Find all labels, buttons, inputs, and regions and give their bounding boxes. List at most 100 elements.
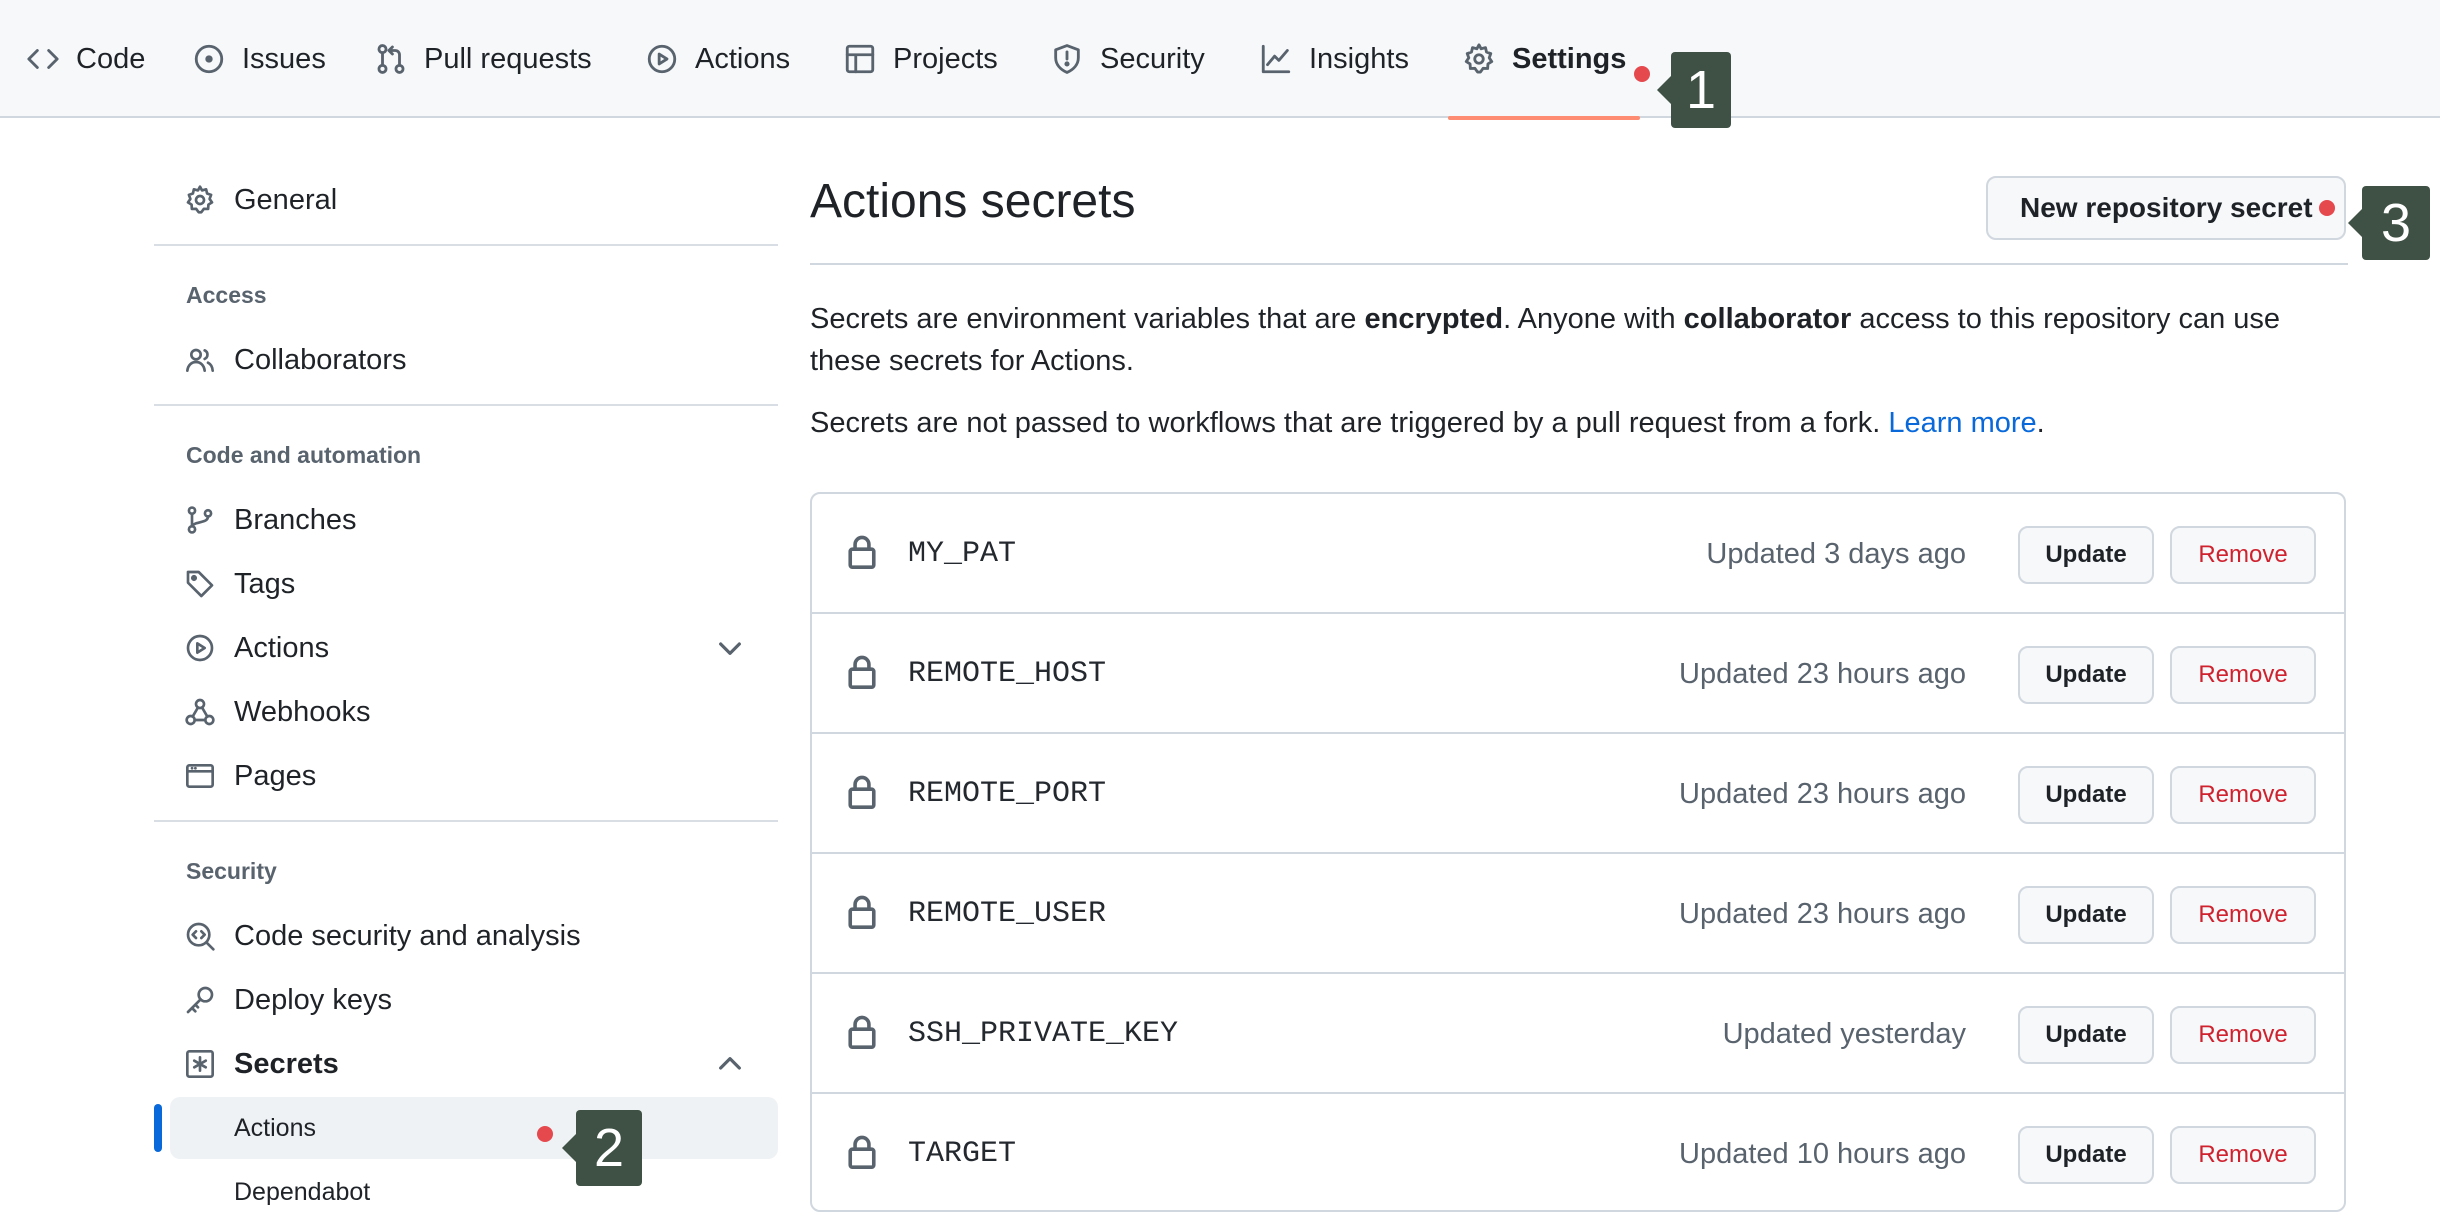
remove-button[interactable]: Remove <box>2170 766 2316 824</box>
sidebar-item-label: Actions <box>234 631 330 664</box>
sidebar-item-actions[interactable]: Actions <box>184 620 329 676</box>
callout-badge-1: 1 <box>1657 52 1731 128</box>
remove-button[interactable]: Remove <box>2170 646 2316 704</box>
sidebar-item-pages[interactable]: Pages <box>184 748 316 804</box>
sidebar-item-label: Tags <box>234 567 296 600</box>
tab-label: Settings <box>1512 42 1627 75</box>
sidebar-item-label: Pages <box>234 759 317 792</box>
secret-row: REMOTE_HOST Updated 23 hours ago Update … <box>812 612 2344 732</box>
update-button[interactable]: Update <box>2018 646 2154 704</box>
secret-updated: Updated 23 hours ago <box>1679 897 1966 930</box>
sidebar-divider <box>154 404 778 406</box>
secret-row: REMOTE_USER Updated 23 hours ago Update … <box>812 852 2344 972</box>
secret-updated: Updated 10 hours ago <box>1679 1137 1966 1170</box>
lock-icon <box>848 895 876 930</box>
sidebar-item-webhooks[interactable]: Webhooks <box>184 684 371 740</box>
tab-security[interactable]: Security <box>1050 0 1205 118</box>
tab-projects[interactable]: Projects <box>843 0 998 118</box>
people-icon <box>186 348 214 372</box>
sidebar-divider <box>154 244 778 246</box>
settings-sidebar: General Access Collaborators Code and au… <box>154 118 778 1232</box>
sidebar-heading-access: Access <box>186 282 267 308</box>
sidebar-subitem-secrets-actions[interactable]: Actions <box>170 1097 778 1159</box>
secret-row: SSH_PRIVATE_KEY Updated yesterday Update… <box>812 972 2344 1092</box>
graph-icon <box>1261 44 1291 74</box>
remove-button[interactable]: Remove <box>2170 1006 2316 1064</box>
marker-dot-2 <box>537 1126 553 1142</box>
secret-name: MY_PAT <box>908 537 1017 571</box>
sidebar-item-deploy-keys[interactable]: Deploy keys <box>184 972 392 1028</box>
sidebar-item-label: Deploy keys <box>234 983 392 1016</box>
desc-text: . Anyone with <box>1503 303 1684 335</box>
sidebar-item-tags[interactable]: Tags <box>184 556 295 612</box>
code-icon <box>27 49 59 69</box>
remove-button[interactable]: Remove <box>2170 886 2316 944</box>
secret-updated: Updated 3 days ago <box>1706 537 1966 570</box>
tab-code[interactable]: Code <box>26 0 145 118</box>
sidebar-item-label: General <box>234 183 338 216</box>
tab-settings[interactable]: Settings <box>1447 0 1641 120</box>
page-title: Actions secrets <box>810 175 1136 228</box>
update-button[interactable]: Update <box>2018 1006 2154 1064</box>
marker-dot-1 <box>1634 66 1650 82</box>
update-button[interactable]: Update <box>2018 1126 2154 1184</box>
secret-updated: Updated 23 hours ago <box>1679 657 1966 690</box>
sidebar-item-secrets[interactable]: Secrets <box>184 1036 339 1092</box>
sidebar-heading-security: Security <box>186 858 277 884</box>
tab-label: Actions <box>695 42 791 75</box>
tab-label: Code <box>76 42 146 75</box>
secret-name: REMOTE_PORT <box>908 777 1107 811</box>
lock-icon <box>848 1015 876 1050</box>
table-icon <box>845 44 875 74</box>
sidebar-item-label: Secrets <box>234 1047 339 1080</box>
sidebar-item-code-security[interactable]: Code security and analysis <box>184 908 581 964</box>
gear-icon <box>186 185 214 214</box>
description-fork: Secrets are not passed to workflows that… <box>810 402 2348 444</box>
tab-actions[interactable]: Actions <box>645 0 790 118</box>
desc-text: Secrets are environment variables that a… <box>810 303 1365 335</box>
play-icon <box>186 634 214 662</box>
sidebar-item-general[interactable]: General <box>184 172 337 228</box>
remove-button[interactable]: Remove <box>2170 1126 2316 1184</box>
update-button[interactable]: Update <box>2018 886 2154 944</box>
sidebar-item-label: Collaborators <box>234 343 407 376</box>
tab-pull-requests[interactable]: Pull requests <box>374 0 592 118</box>
sidebar-subitem-secrets-dependabot[interactable]: Dependabot <box>170 1161 778 1223</box>
learn-more-link[interactable]: Learn more <box>1888 407 2036 439</box>
branch-icon <box>187 506 213 534</box>
update-button[interactable]: Update <box>2018 526 2154 584</box>
tab-label: Pull requests <box>424 42 592 75</box>
tab-insights[interactable]: Insights <box>1259 0 1409 118</box>
secret-row: TARGET Updated 10 hours ago Update Remov… <box>812 1092 2344 1210</box>
title-divider <box>810 263 2348 265</box>
tag-icon <box>186 570 214 598</box>
asterisk-icon <box>186 1050 214 1078</box>
update-button[interactable]: Update <box>2018 766 2154 824</box>
webhook-icon <box>185 698 215 726</box>
key-icon <box>186 986 214 1014</box>
sidebar-subitem-label: Dependabot <box>234 1177 371 1206</box>
active-indicator <box>154 1104 162 1152</box>
tab-label: Security <box>1100 42 1205 75</box>
sidebar-item-label: Code security and analysis <box>234 919 581 952</box>
sidebar-item-collaborators[interactable]: Collaborators <box>184 332 406 388</box>
repo-nav: Code Issues Pull requests Actions Projec… <box>0 0 2440 128</box>
play-icon <box>647 44 677 74</box>
sidebar-item-branches[interactable]: Branches <box>184 492 357 548</box>
secret-name: SSH_PRIVATE_KEY <box>908 1017 1179 1051</box>
chevron-down-icon[interactable] <box>714 632 746 664</box>
desc-bold-encrypted: encrypted <box>1364 303 1504 335</box>
shield-icon <box>1054 44 1080 74</box>
secret-updated: Updated 23 hours ago <box>1679 777 1966 810</box>
secret-updated: Updated yesterday <box>1722 1017 1966 1050</box>
description-encrypted: Secrets are environment variables that a… <box>810 298 2348 382</box>
button-label: New repository secret <box>2020 192 2313 223</box>
lock-icon <box>848 655 876 690</box>
new-repository-secret-button[interactable]: New repository secret <box>1986 176 2346 240</box>
sidebar-subitem-label: Actions <box>234 1113 316 1142</box>
remove-button[interactable]: Remove <box>2170 526 2316 584</box>
secret-name: TARGET <box>908 1137 1017 1171</box>
secret-name: REMOTE_HOST <box>908 657 1107 691</box>
tab-issues[interactable]: Issues <box>192 0 326 118</box>
chevron-up-icon[interactable] <box>714 1048 746 1080</box>
